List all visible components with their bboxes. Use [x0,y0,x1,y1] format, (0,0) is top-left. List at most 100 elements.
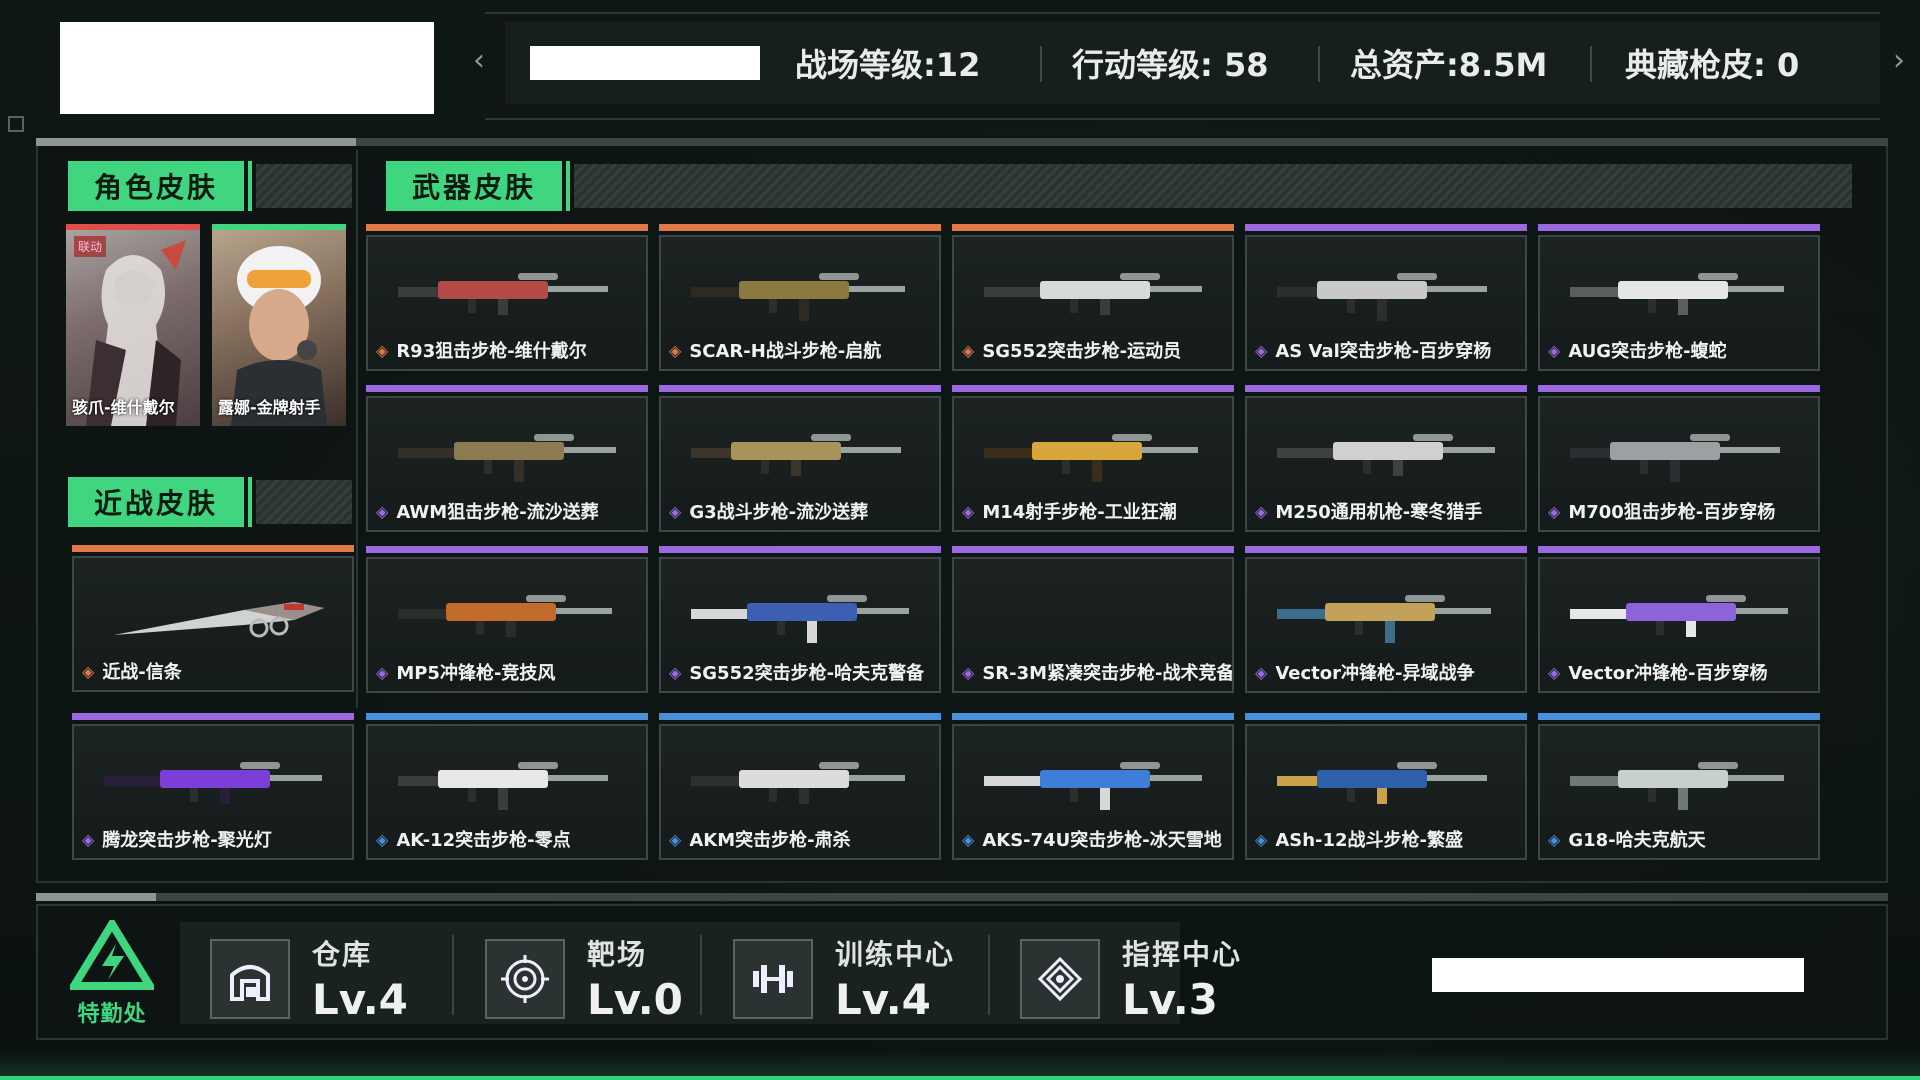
rarity-bar [952,546,1234,553]
rarity-diamond-icon: ◈ [1548,340,1561,360]
weapon-skin-card[interactable]: ◈ AKM突击步枪-肃杀 [659,713,941,860]
skin-name: M14射手步枪-工业狂潮 [982,502,1177,523]
rarity-bar [366,224,648,231]
skin-frame: ◈ Vector冲锋枪-百步穿杨 [1538,557,1820,693]
weapon-skin-card[interactable]: ◈ MP5冲锋枪-竞技风 [366,546,648,693]
skin-name: MP5冲锋枪-竞技风 [396,663,556,684]
skin-frame: ◈ G18-哈夫克航天 [1538,724,1820,860]
skin-label: ◈ AS Val突击步枪-百步穿杨 [1255,337,1491,363]
skin-frame: ◈ M250通用机枪-寒冬猎手 [1245,396,1527,532]
weapon-skin-card[interactable]: ◈ AS Val突击步枪-百步穿杨 [1245,224,1527,371]
skin-label: ◈ G18-哈夫克航天 [1548,826,1706,852]
skin-label: ◈ ASh-12战斗步枪-繁盛 [1255,826,1463,852]
skin-frame: ◈ 腾龙突击步枪-聚光灯 [72,724,354,860]
section-tail [256,480,352,524]
weapon-skin-card[interactable]: ◈ G18-哈夫克航天 [1538,713,1820,860]
character-skins-title: 角色皮肤 [68,161,252,211]
rarity-diamond-icon: ◈ [1255,662,1268,682]
rarity-diamond-icon: ◈ [669,662,682,682]
facility-name: 训练中心 [835,938,956,971]
triangle-logo-icon [66,916,158,990]
weapon-skin-card[interactable]: ◈ SR-3M紧凑突击步枪-战术竞备 [952,546,1234,693]
skin-label: ◈ M14射手步枪-工业狂潮 [962,498,1177,524]
weapon-skin-card[interactable]: ◈ M250通用机枪-寒冬猎手 [1245,385,1527,532]
character-skins-header: 角色皮肤 [68,161,352,211]
next-arrow-button[interactable]: › [1888,40,1910,80]
skin-label: ◈ Vector冲锋枪-异域战争 [1255,659,1474,685]
skin-name: AKS-74U突击步枪-冰天雪地 [982,830,1222,851]
rarity-diamond-icon: ◈ [1548,662,1561,682]
top-rule-accent [36,138,356,146]
command-icon [1020,938,1100,1019]
rarity-diamond-icon: ◈ [82,661,95,681]
weapon-skin-card[interactable]: ◈ AKS-74U突击步枪-冰天雪地 [952,713,1234,860]
facility-level: Lv.4 [835,975,931,1024]
character-skin-card[interactable]: 露娜-金牌射手 [212,224,346,426]
skin-frame: ◈ R93狙击步枪-维什戴尔 [366,235,648,371]
weapon-icon [1570,762,1784,810]
skin-frame: ◈ SCAR-H战斗步枪-启航 [659,235,941,371]
facility-command[interactable]: 指挥中心 Lv.3 [1020,933,1242,1024]
skin-frame: ◈ 近战-信条 [72,556,354,692]
skin-label: ◈ AK-12突击步枪-零点 [376,826,571,852]
melee-skins-title: 近战皮肤 [68,477,252,527]
skin-name: M700狙击步枪-百步穿杨 [1568,502,1776,523]
skin-name: SG552突击步枪-哈夫克警备 [689,663,925,684]
weapon-skin-card[interactable]: ◈ AUG突击步枪-蝮蛇 [1538,224,1820,371]
facility-name: 指挥中心 [1122,938,1243,971]
skin-name: AWM狙击步枪-流沙送葬 [396,502,599,523]
weapon-skins-title: 武器皮肤 [386,161,570,211]
rarity-diamond-icon: ◈ [669,340,682,360]
skin-name: ASh-12战斗步枪-繁盛 [1275,830,1464,851]
skin-label: ◈ R93狙击步枪-维什戴尔 [376,337,587,363]
stat-divider [1590,46,1592,82]
facility-divider [452,935,454,1015]
prev-arrow-button[interactable]: ‹ [468,40,490,80]
weapon-icon [984,273,1202,315]
weapon-icon [1570,595,1788,637]
facility-level: Lv.0 [587,975,683,1024]
skin-label: ◈ SG552突击步枪-运动员 [962,337,1181,363]
weapon-icon [104,762,322,804]
weapon-skin-card[interactable]: ◈ Vector冲锋枪-异域战争 [1245,546,1527,693]
melee-skin-card[interactable]: ◈ 近战-信条 [72,545,354,692]
skin-label: ◈ G3战斗步枪-流沙送葬 [669,498,868,524]
rarity-bar [366,713,648,720]
weapon-skin-card[interactable]: ◈ R93狙击步枪-维什戴尔 [366,224,648,371]
facility-warehouse[interactable]: 仓库 Lv.4 [210,933,408,1024]
operation-level: 行动等级: 58 [1072,46,1269,84]
player-name-redacted [60,22,434,114]
facility-training[interactable]: 训练中心 Lv.4 [733,933,955,1024]
weapon-icon [691,762,905,804]
rarity-bar [1538,224,1820,231]
weapon-skin-card[interactable]: ◈ Vector冲锋枪-百步穿杨 [1538,546,1820,693]
skin-label: ◈ M250通用机枪-寒冬猎手 [1255,498,1482,524]
skin-frame: ◈ G3战斗步枪-流沙送葬 [659,396,941,532]
weapon-skin-card[interactable]: ◈ SCAR-H战斗步枪-启航 [659,224,941,371]
player-id-redacted [530,46,760,80]
character-portrait: 露娜-金牌射手 [212,230,346,426]
facility-range[interactable]: 靶场 Lv.0 [485,933,683,1024]
rarity-diamond-icon: ◈ [1548,501,1561,521]
weapon-skin-card[interactable]: ◈ 腾龙突击步枪-聚光灯 [72,713,354,860]
character-skin-name: 骇爪-维什戴尔 [72,398,175,417]
skin-frame: ◈ AK-12突击步枪-零点 [366,724,648,860]
special-ops-logo[interactable]: 特勤处 [62,916,162,1030]
rarity-diamond-icon: ◈ [1255,501,1268,521]
weapon-skin-card[interactable]: ◈ SG552突击步枪-哈夫克警备 [659,546,941,693]
weapon-skin-card[interactable]: ◈ G3战斗步枪-流沙送葬 [659,385,941,532]
skin-label: ◈ 腾龙突击步枪-聚光灯 [82,826,272,852]
skin-frame: ◈ AWM狙击步枪-流沙送葬 [366,396,648,532]
weapon-skin-card[interactable]: ◈ M700狙击步枪-百步穿杨 [1538,385,1820,532]
melee-skins-header: 近战皮肤 [68,477,352,527]
character-skin-card[interactable]: 联动 骇爪-维什戴尔 [66,224,200,426]
bottom-rule [36,893,1888,901]
weapon-skin-card[interactable]: ◈ ASh-12战斗步枪-繁盛 [1245,713,1527,860]
weapon-skin-card[interactable]: ◈ SG552突击步枪-运动员 [952,224,1234,371]
weapon-skin-card[interactable]: ◈ AWM狙击步枪-流沙送葬 [366,385,648,532]
weapon-skin-card[interactable]: ◈ M14射手步枪-工业狂潮 [952,385,1234,532]
skin-name: AKM突击步枪-肃杀 [689,830,851,851]
facility-divider [700,935,702,1015]
skin-label: ◈ AUG突击步枪-蝮蛇 [1548,337,1727,363]
weapon-skin-card[interactable]: ◈ AK-12突击步枪-零点 [366,713,648,860]
